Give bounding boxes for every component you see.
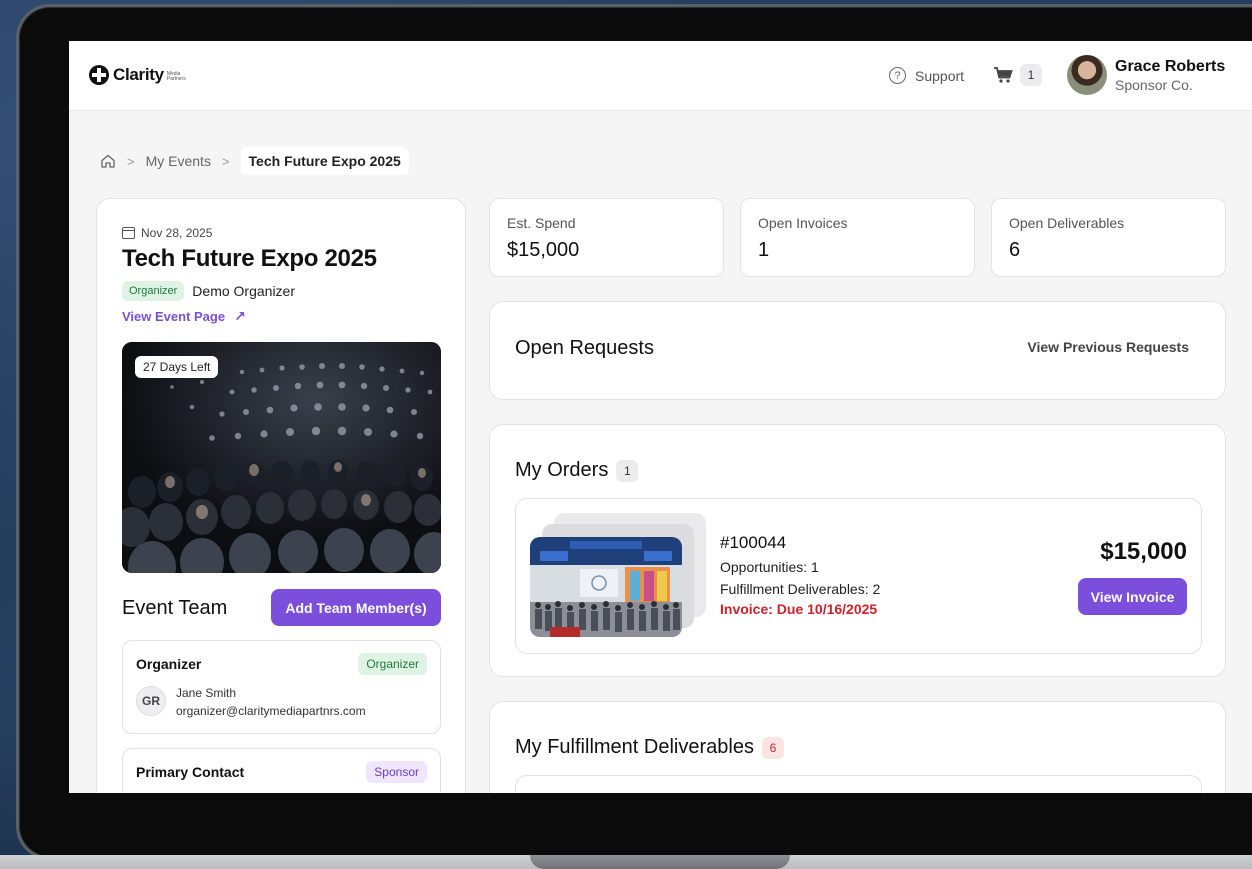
event-details-card: Nov 28, 2025 Tech Future Expo 2025 Organ…: [96, 198, 466, 793]
avatar: GR: [136, 686, 166, 716]
stat-value: $15,000: [507, 239, 580, 261]
my-orders-title: My Orders 1: [515, 459, 639, 482]
order-opportunities: Opportunities: 1: [720, 559, 819, 575]
support-link[interactable]: ? Support: [889, 67, 964, 84]
orders-count-badge: 1: [616, 459, 639, 482]
event-date-text: Nov 28, 2025: [141, 226, 213, 240]
order-card[interactable]: #100044 Opportunities: 1 Fulfillment Del…: [515, 498, 1202, 654]
event-image: 27 Days Left: [122, 342, 441, 573]
add-team-member-button[interactable]: Add Team Member(s): [271, 589, 441, 626]
calendar-icon: [122, 227, 135, 239]
external-arrow-icon: ↗: [234, 308, 246, 324]
contact-email: organizer@claritymediapartnrs.com: [176, 704, 366, 718]
order-number: #100044: [720, 533, 787, 552]
breadcrumb-current: Tech Future Expo 2025: [240, 147, 409, 175]
laptop-notch: [530, 855, 790, 869]
order-thumbnail: [530, 537, 682, 637]
stat-label: Open Deliverables: [1009, 215, 1125, 231]
brand-name: Clarity: [113, 65, 164, 84]
user-organization: Sponsor Co.: [1115, 76, 1193, 93]
fulfillment-deliverables-panel: My Fulfillment Deliverables 6: [489, 701, 1226, 793]
event-date: Nov 28, 2025: [122, 226, 212, 240]
order-invoice-status: Invoice: Due 10/16/2025: [720, 601, 878, 617]
contact-role: Primary Contact: [136, 764, 245, 780]
contact-name: Jane Smith: [176, 686, 237, 700]
open-requests-panel: Open Requests View Previous Requests: [489, 301, 1226, 400]
expo-hall-photo: [530, 537, 682, 637]
breadcrumb-my-events[interactable]: My Events: [146, 153, 211, 169]
view-previous-requests-link[interactable]: View Previous Requests: [1027, 339, 1189, 355]
view-event-page-link[interactable]: View Event Page ↗: [122, 308, 246, 325]
brand-subtitle: Media Partners: [166, 71, 186, 82]
my-orders-title-text: My Orders: [515, 459, 609, 481]
fulfillment-title: My Fulfillment Deliverables 6: [515, 736, 784, 759]
event-title: Tech Future Expo 2025: [122, 245, 377, 272]
avatar: [1067, 55, 1107, 95]
order-deliverables: Fulfillment Deliverables: 2: [720, 581, 881, 597]
stat-label: Est. Spend: [507, 215, 576, 231]
organizer-name: Demo Organizer: [192, 283, 295, 299]
organizer-badge: Organizer: [122, 281, 185, 301]
sponsor-badge: Sponsor: [366, 761, 427, 783]
fulfillment-title-text: My Fulfillment Deliverables: [515, 736, 754, 758]
deliverables-count-badge: 6: [761, 736, 784, 759]
user-name: Grace Roberts: [1115, 57, 1226, 75]
days-left-badge: 27 Days Left: [135, 356, 219, 378]
clarity-logo-icon: [89, 65, 109, 85]
brand-logo[interactable]: Clarity Media Partners: [89, 65, 191, 85]
view-invoice-button[interactable]: View Invoice: [1078, 578, 1187, 615]
event-team-title: Event Team: [122, 597, 228, 619]
contact-role: Organizer: [136, 656, 202, 672]
deliverable-card[interactable]: [515, 775, 1202, 793]
help-circle-icon: ?: [889, 67, 906, 84]
order-total: $15,000: [1100, 538, 1187, 565]
stat-est-spend: Est. Spend $15,000: [489, 198, 724, 277]
team-member-card[interactable]: Primary Contact Sponsor: [122, 748, 441, 793]
breadcrumb: > My Events > Tech Future Expo 2025: [100, 147, 409, 175]
open-requests-title: Open Requests: [515, 337, 654, 360]
stat-label: Open Invoices: [758, 215, 848, 231]
stat-value: 6: [1009, 239, 1021, 261]
cart-button[interactable]: 1: [993, 64, 1042, 86]
stat-open-invoices: Open Invoices 1: [740, 198, 975, 277]
support-label: Support: [915, 67, 965, 84]
cart-count-badge: 1: [1020, 64, 1042, 86]
organizer-row: Organizer Demo Organizer: [122, 281, 295, 301]
open-requests-title-text: Open Requests: [515, 337, 654, 359]
chevron-right-icon: >: [127, 153, 135, 169]
cart-icon: [994, 67, 1013, 83]
organizer-badge: Organizer: [358, 653, 427, 675]
top-bar: Clarity Media Partners ? Support 1 Grace…: [69, 41, 1252, 111]
home-icon[interactable]: [100, 153, 116, 169]
view-event-page-label: View Event Page: [122, 309, 226, 324]
team-member-card[interactable]: Organizer Organizer GR Jane Smith organi…: [122, 640, 441, 734]
chevron-right-icon: >: [221, 153, 230, 169]
user-menu[interactable]: Grace Roberts Sponsor Co.: [1067, 55, 1225, 95]
my-orders-panel: My Orders 1 #100044 Opportunities: 1 Ful…: [489, 424, 1226, 677]
stat-open-deliverables: Open Deliverables 6: [991, 198, 1226, 277]
app-screen: Clarity Media Partners ? Support 1 Grace…: [69, 41, 1252, 793]
stat-value: 1: [758, 239, 770, 261]
